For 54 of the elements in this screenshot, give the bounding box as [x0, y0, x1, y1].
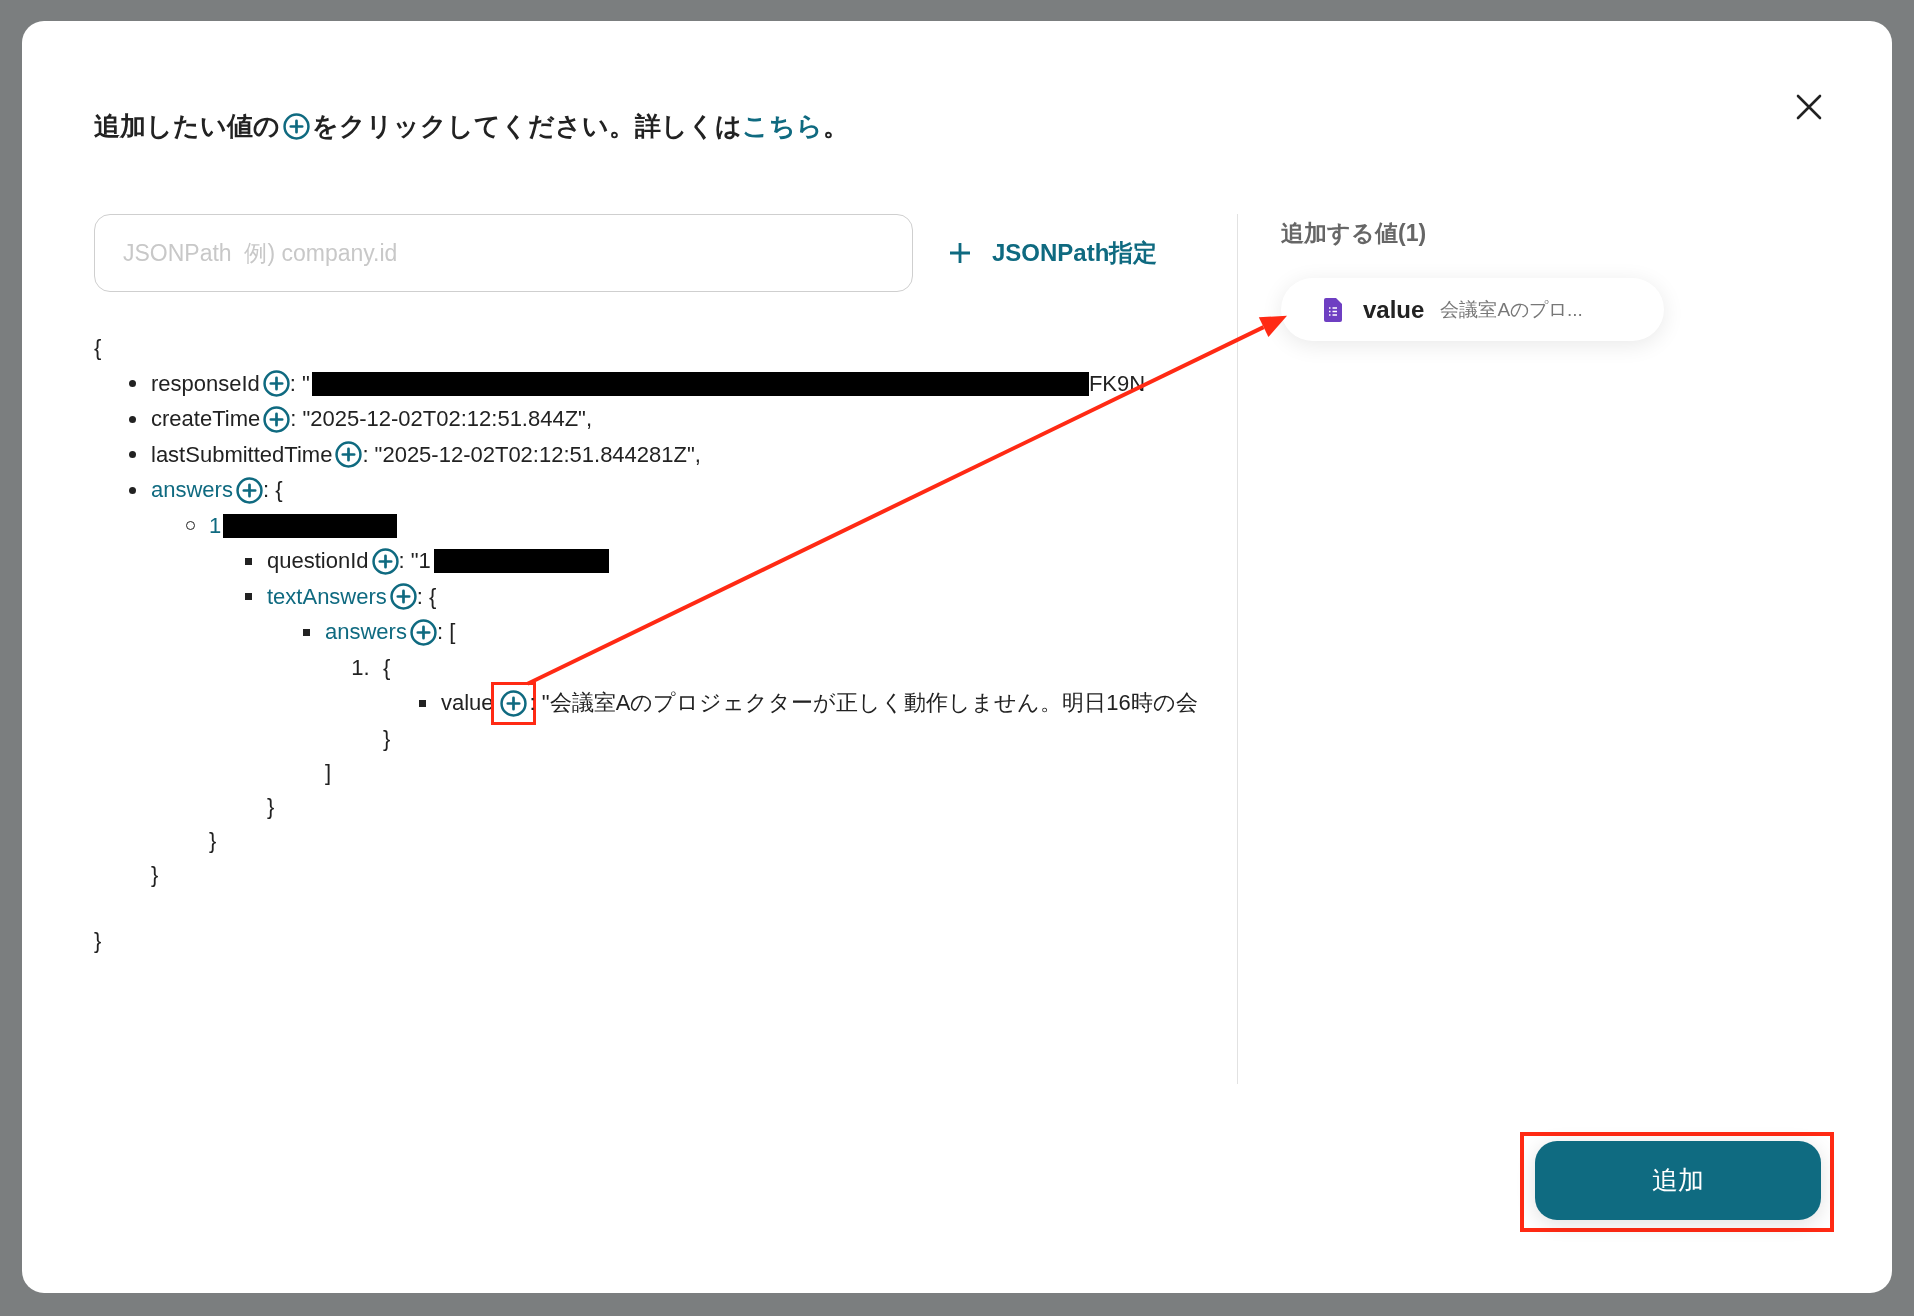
json-value: : "2025-12-02T02:12:51.844Z", — [290, 405, 593, 434]
bullet-icon — [419, 699, 426, 707]
add-icon[interactable] — [389, 583, 417, 611]
json-key: questionId — [267, 543, 369, 580]
json-value: : "会議室Aのプロジェクターが正しく動作しません。明日16時の会 — [529, 689, 1198, 718]
json-key: lastSubmittedTime — [151, 436, 333, 473]
json-brace: } — [94, 927, 103, 955]
add-icon — [283, 113, 310, 140]
jsonpath-button[interactable]: JSONPath指定 — [948, 231, 1158, 275]
form-document-icon — [1324, 297, 1342, 322]
json-brace: } — [151, 861, 160, 889]
add-icon[interactable] — [335, 441, 363, 469]
add-icon[interactable] — [262, 370, 290, 398]
json-value: FK9N — [1088, 369, 1146, 398]
json-brace: } — [267, 793, 276, 821]
plus-icon — [948, 241, 972, 265]
help-link[interactable]: こちら — [742, 109, 823, 144]
add-icon[interactable] — [499, 689, 527, 717]
json-value: : [ — [436, 618, 456, 647]
json-brace: { — [94, 334, 103, 362]
json-key: value — [441, 685, 494, 722]
chip-key: value — [1363, 295, 1425, 324]
bullet-icon — [245, 557, 252, 565]
json-value: : "1 — [398, 547, 431, 576]
json-value: : { — [262, 476, 283, 505]
add-icon[interactable] — [409, 618, 437, 646]
json-key[interactable]: textAnswers — [267, 578, 387, 615]
json-key: responseId — [151, 365, 260, 402]
json-key[interactable]: 1 — [209, 507, 222, 544]
json-value: { — [383, 653, 391, 682]
json-brace: } — [209, 827, 218, 855]
add-icon[interactable] — [235, 476, 263, 504]
bullet-icon — [245, 593, 252, 601]
bullet-icon — [303, 628, 310, 636]
bullet-icon — [129, 486, 136, 494]
json-key[interactable]: answers — [151, 472, 233, 509]
panel-title: 追加する値(1) — [1281, 219, 1428, 248]
json-value: : { — [416, 582, 437, 611]
json-value: : " — [289, 369, 310, 398]
json-value: : "2025-12-02T02:12:51.844281Z", — [362, 440, 701, 469]
add-button[interactable]: 追加 — [1535, 1141, 1821, 1220]
bullet-icon — [129, 451, 136, 459]
value-chip[interactable]: value 会議室Aのプロ... — [1281, 278, 1664, 341]
bullet-icon — [129, 415, 136, 423]
json-key: createTime — [151, 401, 261, 438]
bullet-icon — [129, 380, 136, 388]
add-icon[interactable] — [371, 547, 399, 575]
add-icon[interactable] — [263, 405, 291, 433]
json-key[interactable]: answers — [325, 614, 407, 651]
json-brace: ] — [325, 759, 333, 787]
chip-preview: 会議室Aのプロ... — [1440, 297, 1583, 322]
dialog-title: 追加したい値の をクリックしてください。詳しくはこちら。 — [94, 109, 849, 144]
json-brace: } — [383, 725, 392, 753]
list-number: 1. — [351, 653, 370, 682]
